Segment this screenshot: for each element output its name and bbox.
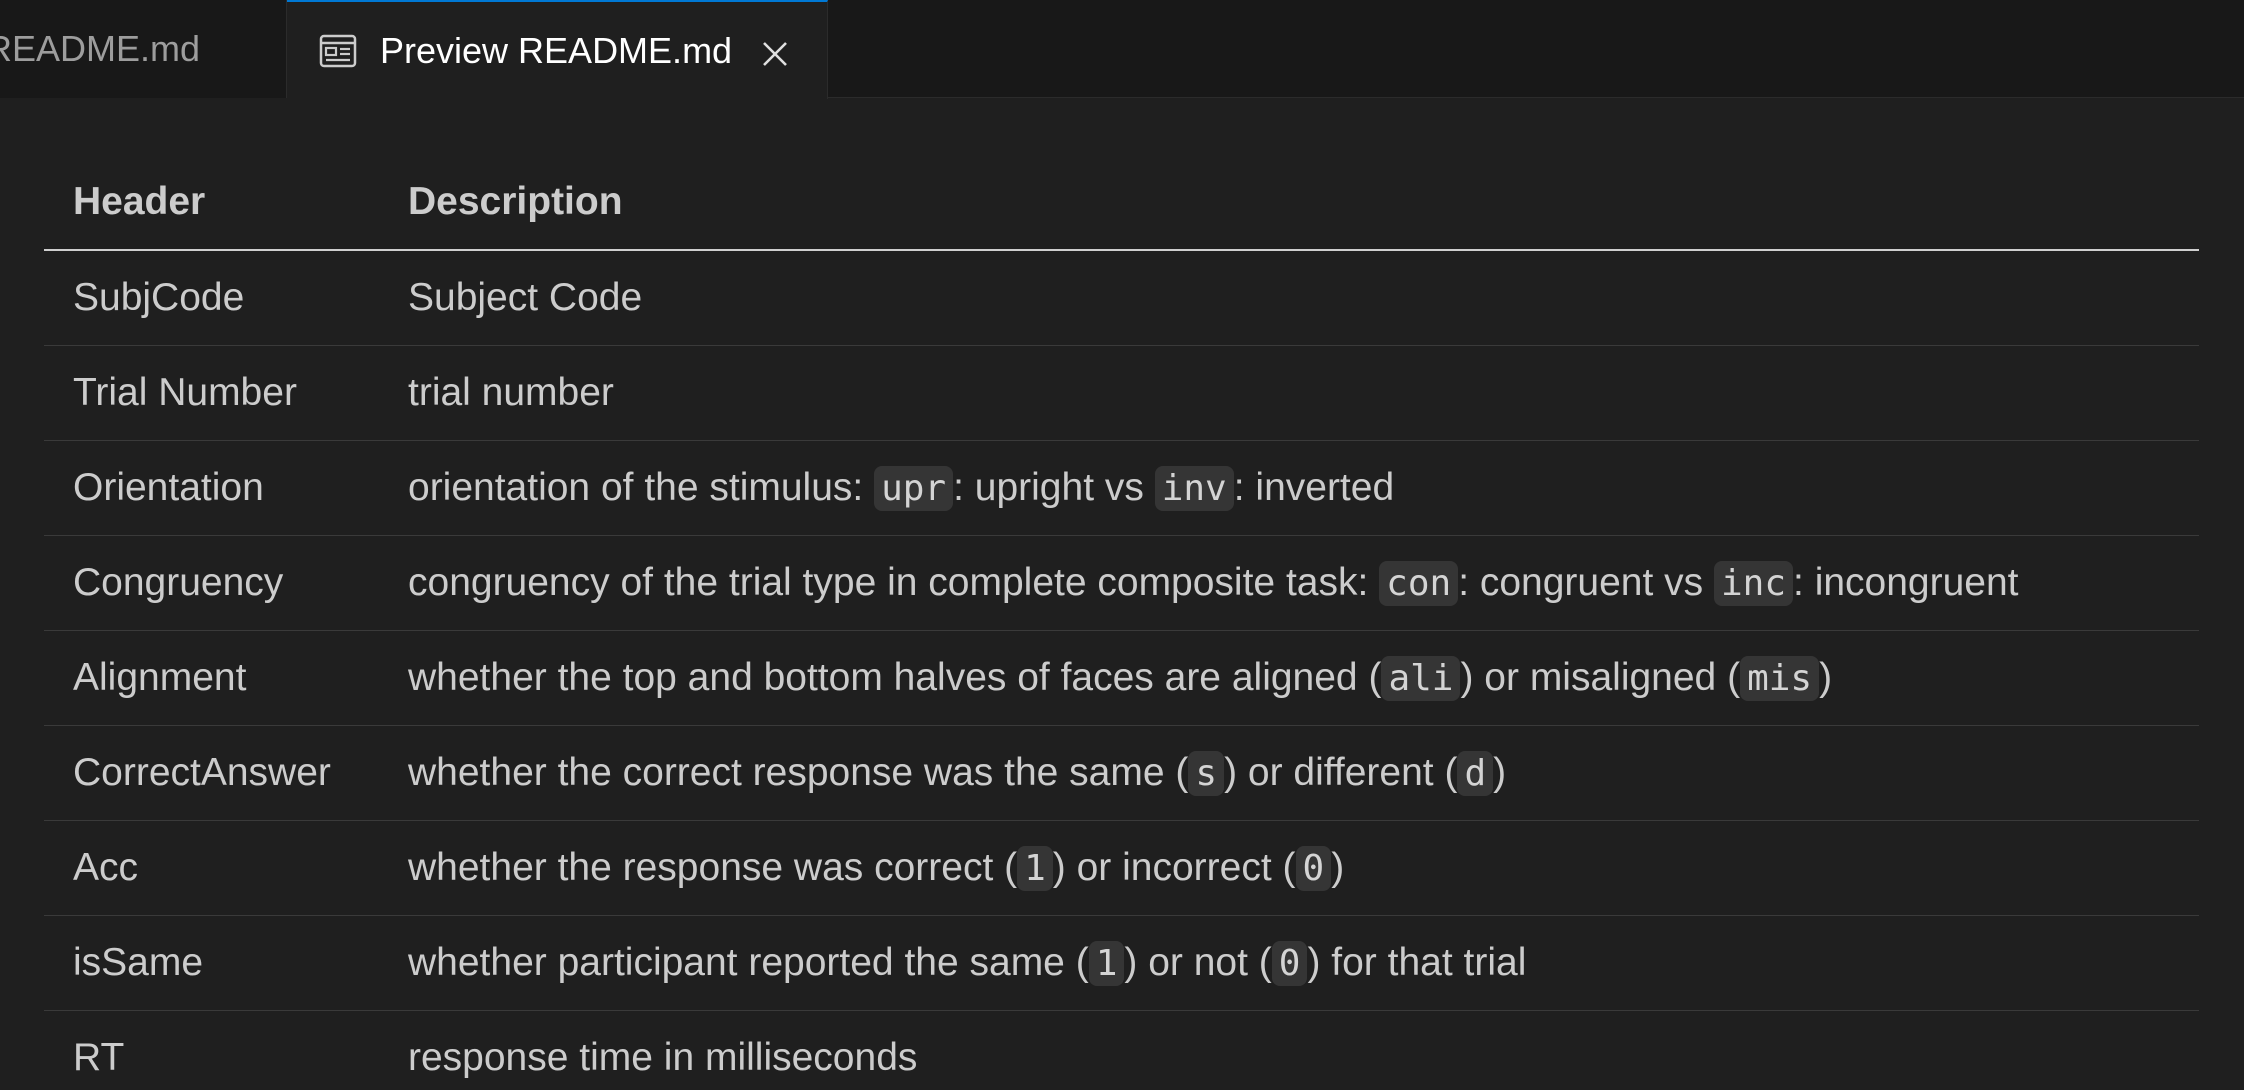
preview-icon [318,31,358,71]
description-text: ) [1819,656,1833,699]
inline-code: 1 [1017,846,1053,891]
row-description-cell: whether the top and bottom halves of fac… [379,630,2199,726]
row-description-cell: Subject Code [379,250,2199,346]
inline-code: ali [1381,656,1461,701]
description-text: whether the response was correct ( [408,846,1018,889]
tab-preview-readme-label: Preview README.md [380,29,733,71]
table-header-row: Header Description [44,154,2199,251]
description-text: : congruent vs [1458,561,1714,604]
inline-code: 0 [1271,941,1308,986]
row-header-cell: RT [44,1010,379,1090]
row-header-cell: isSame [44,915,379,1011]
inline-code: inv [1154,466,1234,511]
table-row: Trial Number trial number [44,345,2199,441]
description-text: response time in milliseconds [408,1036,918,1079]
tab-preview-readme[interactable]: Preview README.md [287,0,828,99]
row-description-cell: whether the correct response was the sam… [379,725,2199,821]
row-description-cell: orientation of the stimulus: upr: uprigh… [379,440,2199,536]
row-description-cell: whether participant reported the same (1… [379,915,2199,1011]
description-text: ) or incorrect ( [1052,846,1296,889]
table-row: SubjCode Subject Code [44,250,2199,346]
table-row: RT response time in milliseconds [44,1010,2199,1090]
description-text: congruency of the trial type in complete… [408,561,1380,604]
table-row: Orientation orientation of the stimulus: … [44,440,2199,536]
description-text: : upright vs [953,466,1155,509]
description-text: ) [1331,846,1345,889]
row-header-cell: SubjCode [44,250,379,346]
column-header: Description [379,154,2199,251]
close-icon[interactable] [760,36,790,66]
inline-code: 0 [1295,846,1332,891]
description-text: ) or not ( [1124,941,1272,984]
markdown-table: Header Description SubjCode Subject Code T… [44,154,2199,1090]
row-header-cell: Acc [44,820,379,916]
markdown-preview: Header Description SubjCode Subject Code T… [0,99,2244,1090]
editor-tab-bar: README.md Preview README.md [0,0,2244,99]
inline-code: s [1188,751,1225,796]
description-text: ) or misaligned ( [1460,656,1741,699]
row-description-cell: whether the response was correct (1) or … [379,820,2199,916]
inline-code: con [1379,561,1459,606]
inline-code: d [1457,751,1494,796]
table-row: isSame whether participant reported the s… [44,915,2199,1011]
description-text: : incongruent [1793,561,2019,604]
description-text: whether the top and bottom halves of fac… [408,656,1382,699]
row-header-cell: Trial Number [44,345,379,441]
description-text: ) for that trial [1307,941,1527,984]
description-text: whether participant reported the same ( [408,941,1089,984]
row-header-cell: Orientation [44,440,379,536]
row-description-cell: response time in milliseconds [379,1010,2199,1090]
inline-code: 1 [1088,941,1125,986]
inline-code: mis [1740,656,1820,701]
row-header-cell: Congruency [44,535,379,631]
tab-readme[interactable]: README.md [0,0,287,98]
row-description-cell: trial number [379,345,2199,441]
row-header-cell: Alignment [44,630,379,726]
table-row: Alignment whether the top and bottom halv… [44,630,2199,726]
inline-code: inc [1714,561,1794,606]
description-text: trial number [408,371,614,414]
column-header: Header [44,154,379,251]
inline-code: upr [874,466,954,511]
description-text: orientation of the stimulus: [408,466,875,509]
table-body: SubjCode Subject Code Trial Number trial nu… [44,250,2199,1090]
description-text: ) or different ( [1224,751,1458,794]
table-row: Acc whether the response was correct (1) … [44,820,2199,916]
description-text: whether the correct response was the sam… [408,751,1189,794]
table-row: CorrectAnswer whether the correct respons… [44,725,2199,821]
row-header-cell: CorrectAnswer [44,725,379,821]
table-row: Congruency congruency of the trial type i… [44,535,2199,631]
description-text: : inverted [1233,466,1395,509]
description-text: Subject Code [408,276,643,319]
row-description-cell: congruency of the trial type in complete… [379,535,2199,631]
description-text: ) [1493,751,1507,794]
tab-readme-label: README.md [0,28,201,69]
